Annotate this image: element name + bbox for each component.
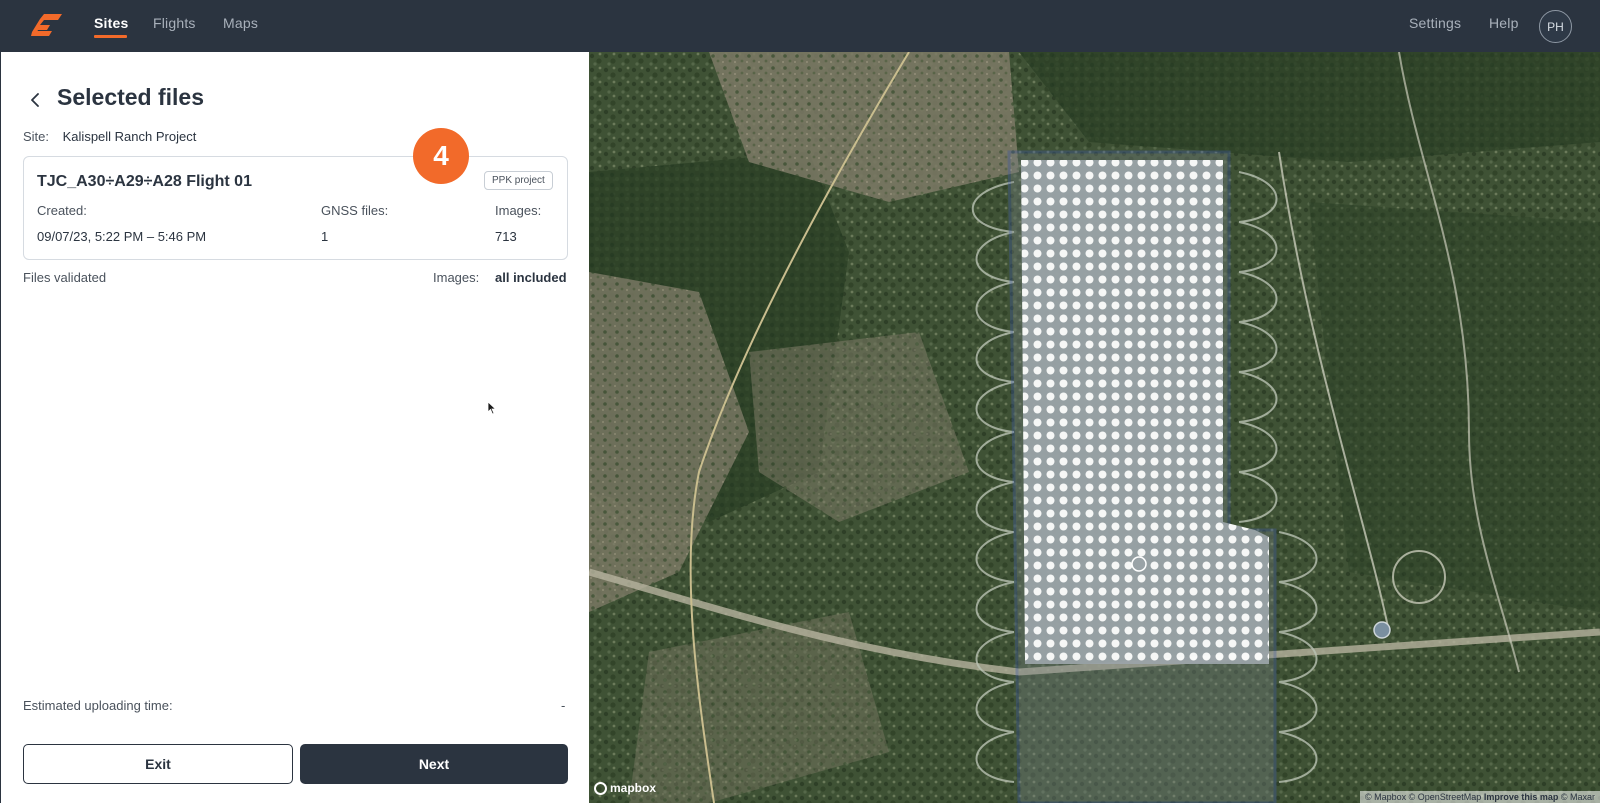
chevron-left-icon (31, 93, 39, 107)
help-link[interactable]: Help (1489, 15, 1519, 31)
gnss-files-label: GNSS files: (321, 203, 389, 218)
site-row: Site: Kalispell Ranch Project (23, 129, 196, 144)
mouse-cursor-icon (487, 401, 497, 415)
site-name: Kalispell Ranch Project (62, 129, 197, 144)
images-value: 713 (495, 229, 517, 244)
validation-status: Files validated (23, 270, 107, 285)
flight-title: TJC_A30÷A29÷A28 Flight 01 (37, 173, 252, 190)
attribution-credits[interactable]: © Mapbox © OpenStreetMap (1365, 792, 1481, 802)
app-window: Sites Flights Maps Settings Help PH Sele… (0, 0, 1600, 803)
exit-button[interactable]: Exit (23, 744, 293, 784)
flight-card[interactable]: TJC_A30÷A29÷A28 Flight 01 PPK project Cr… (23, 156, 568, 260)
nav-active-indicator (94, 35, 127, 38)
mapbox-logo-icon (594, 781, 607, 795)
top-nav-bar: Sites Flights Maps Settings Help PH (0, 0, 1600, 52)
images-label: Images: (495, 203, 542, 218)
step-number-badge: 4 (413, 128, 469, 184)
brand-logo-icon[interactable] (30, 12, 64, 38)
images-status-value: all included (495, 270, 567, 285)
improve-map-link[interactable]: Improve this map (1484, 792, 1559, 802)
created-value: 09/07/23, 5:22 PM – 5:46 PM (37, 229, 207, 244)
mapbox-logo-text: mapbox (610, 781, 657, 795)
images-status-label: Images: (433, 270, 480, 285)
map-imagery (589, 52, 1600, 803)
gnss-files-value: 1 (321, 229, 329, 244)
settings-link[interactable]: Settings (1409, 15, 1461, 31)
estimated-upload-label: Estimated uploading time: (23, 698, 173, 713)
site-label: Site: (23, 129, 50, 144)
estimated-upload-value: - (561, 698, 566, 713)
attribution-maxar[interactable]: © Maxar (1561, 792, 1595, 802)
mapbox-logo[interactable]: mapbox (594, 781, 656, 795)
selected-files-panel: Selected files Site: Kalispell Ranch Pro… (0, 52, 589, 803)
satellite-map[interactable] (589, 52, 1600, 803)
nav-tab-maps[interactable]: Maps (223, 15, 258, 31)
avatar[interactable]: PH (1539, 10, 1572, 43)
next-button[interactable]: Next (300, 744, 568, 784)
ppk-project-badge: PPK project (484, 171, 553, 190)
nav-tab-flights[interactable]: Flights (153, 15, 196, 31)
page-title: Selected files (57, 84, 205, 110)
back-button[interactable] (25, 90, 45, 110)
created-label: Created: (37, 203, 87, 218)
map-attribution: © Mapbox © OpenStreetMap Improve this ma… (1359, 791, 1600, 803)
nav-tab-sites[interactable]: Sites (94, 15, 128, 31)
